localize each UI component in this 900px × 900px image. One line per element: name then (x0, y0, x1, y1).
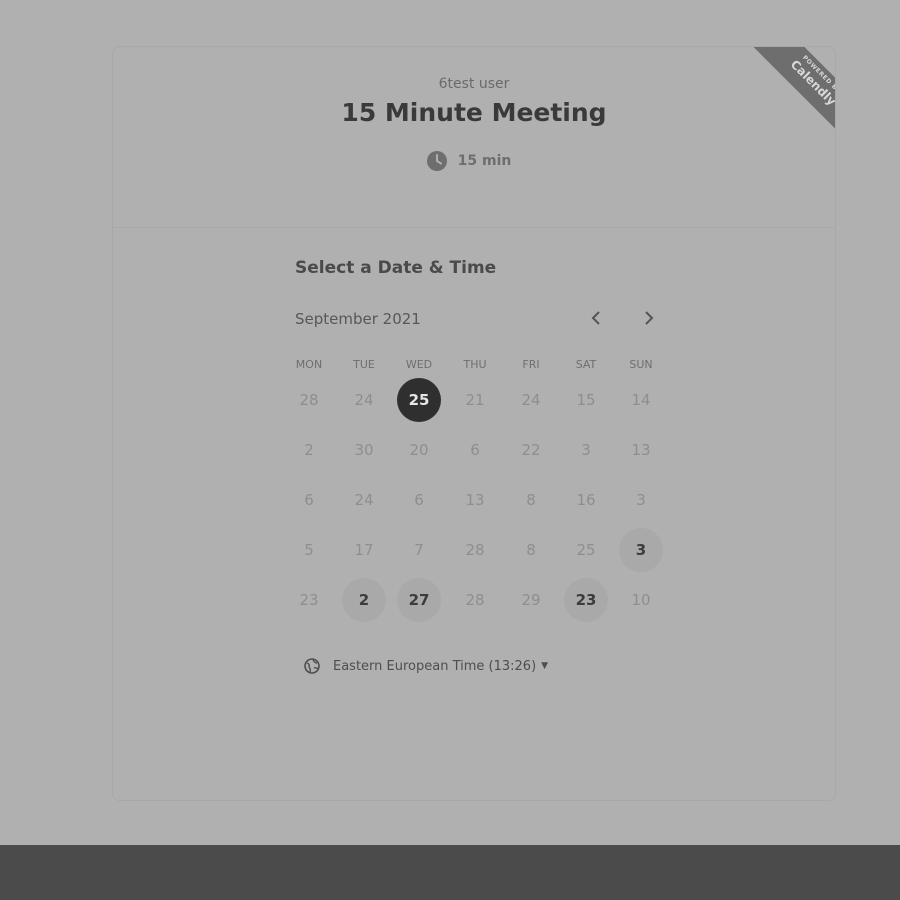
caret-down-icon: ▼ (541, 661, 549, 671)
calendar-day: 7 (414, 541, 424, 559)
timezone-selector[interactable]: Eastern European Time (13:26) ▼ (304, 658, 548, 674)
calendar-day: 24 (354, 391, 374, 409)
calendar-day: 13 (465, 491, 485, 509)
calendar-day: 28 (465, 591, 485, 609)
calendar-day-available[interactable]: 23 (564, 578, 608, 622)
calendar-day: 6 (414, 491, 424, 509)
weekday-header: SUN (629, 358, 653, 371)
calendar-day: 10 (631, 591, 651, 609)
prev-month-button[interactable] (584, 306, 608, 330)
duration-label: 15 min (457, 153, 512, 169)
calendar-day: 28 (299, 391, 319, 409)
month-label: September 2021 (295, 310, 421, 328)
calendar-day: 25 (576, 541, 596, 559)
calendar-day: 8 (526, 541, 536, 559)
calendar-day: 24 (521, 391, 541, 409)
clock-icon (426, 151, 447, 171)
calendar-day: 5 (304, 541, 314, 559)
chevron-left-icon (591, 311, 600, 325)
calendar-day-available[interactable]: 3 (619, 528, 663, 572)
calendar-day: 2 (304, 441, 314, 459)
calendar-day: 29 (521, 591, 541, 609)
calendar-day: 30 (354, 441, 374, 459)
calendly-logo-text: Calendly (787, 57, 836, 109)
calendar-day: 13 (631, 441, 651, 459)
calendar-day: 23 (299, 591, 319, 609)
section-title: Select a Date & Time (295, 258, 497, 278)
powered-by-badge[interactable]: POWERED BY Calendly (724, 47, 836, 145)
weekday-header: MON (295, 358, 323, 371)
calendar-day: 20 (409, 441, 429, 459)
calendar-day: 15 (576, 391, 596, 409)
next-month-button[interactable] (637, 306, 661, 330)
event-duration: 15 min (113, 151, 835, 171)
calendar-day: 14 (631, 391, 651, 409)
weekday-header: SAT (575, 358, 597, 371)
calendar-day: 24 (354, 491, 374, 509)
calendar-day: 8 (526, 491, 536, 509)
weekday-header: TUE (353, 358, 375, 371)
weekday-header: FRI (522, 358, 540, 371)
timezone-label: Eastern European Time (13:26) (333, 658, 537, 674)
calendar-day: 6 (470, 441, 480, 459)
calendar-day: 22 (521, 441, 541, 459)
chevron-right-icon (645, 311, 654, 325)
weekday-header: THU (463, 358, 487, 371)
calendar-day: 3 (636, 491, 646, 509)
calendar-day-available[interactable]: 27 (397, 578, 441, 622)
booking-card: 6test user 15 Minute Meeting 15 min POWE… (112, 46, 836, 801)
calendar-day-available[interactable]: 2 (342, 578, 386, 622)
calendar-day: 21 (465, 391, 485, 409)
weekday-header: WED (405, 358, 433, 371)
bottom-bar (0, 845, 900, 900)
calendar-day-selected[interactable]: 25 (397, 378, 441, 422)
calendar-day: 28 (465, 541, 485, 559)
globe-icon (304, 658, 320, 674)
calendar-day: 3 (581, 441, 591, 459)
calendar-day: 17 (354, 541, 374, 559)
calendar-day: 16 (576, 491, 596, 509)
calendar-day: 6 (304, 491, 314, 509)
